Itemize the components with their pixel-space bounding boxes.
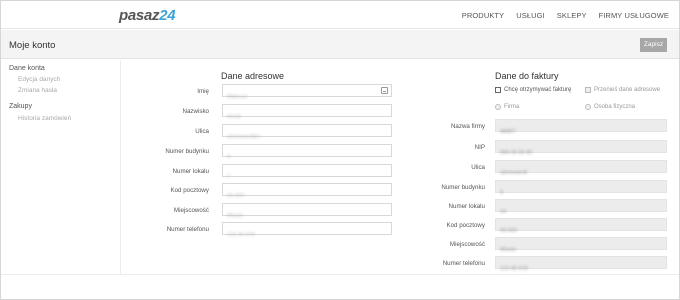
building-number-label: Numer budynku — [165, 148, 209, 155]
main-nav: PRODUKTY USŁUGI SKLEPY FIRMY USŁUGOWE — [462, 11, 669, 20]
postal-code-field[interactable]: 00-000 — [222, 183, 392, 199]
sidebar-item-order-history[interactable]: Historia zamówień — [18, 115, 71, 122]
keyboard-icon[interactable] — [381, 87, 388, 94]
first-name-field[interactable]: Mateusz — [222, 84, 392, 100]
invoice-apartment-number-field[interactable]: 14 — [495, 199, 667, 215]
invoice-building-number-field[interactable]: 9 — [495, 180, 667, 196]
nav-link-services[interactable]: USŁUGI — [516, 11, 545, 20]
nip-field[interactable]: 999 00 00 00 — [495, 140, 667, 156]
invoice-street-label: Ulica — [471, 164, 485, 171]
checkbox-box[interactable] — [585, 87, 591, 93]
invoice-building-number-label: Numer budynku — [441, 184, 485, 191]
company-name-field[interactable]: ABBIT — [495, 119, 667, 135]
sidebar-item-edit-data[interactable]: Edycja danych — [18, 76, 60, 83]
invoice-city-field[interactable]: Miasto — [495, 237, 667, 253]
top-navbar: pasaz24 PRODUKTY USŁUGI SKLEPY FIRMY USŁ… — [1, 1, 679, 29]
city-field[interactable]: Miasto — [222, 203, 392, 219]
want-invoice-checkbox[interactable]: Chcę otrzymywać fakturę — [495, 87, 571, 93]
radio-circle[interactable] — [495, 104, 501, 110]
invoice-street-field[interactable]: ulomrwerdt — [495, 160, 667, 176]
radio-circle[interactable] — [585, 104, 591, 110]
invoice-postal-code-field[interactable]: 00-000 — [495, 218, 667, 234]
street-field[interactable]: ulomrwerdt(cl — [222, 124, 392, 140]
brand-logo[interactable]: pasaz24 — [119, 7, 176, 24]
nav-link-shops[interactable]: SKLEPY — [557, 11, 587, 20]
checkbox-box[interactable] — [495, 87, 501, 93]
apartment-number-label: Numer lokalu — [172, 168, 209, 175]
invoice-phone-label: Numer telefonu — [442, 260, 485, 267]
page-header: Moje konto Zapisz — [1, 30, 679, 59]
last-name-label: Nazwisko — [182, 108, 209, 115]
phone-field[interactable]: 123 45 678 — [222, 222, 392, 238]
sidebar-item-change-password[interactable]: Zmiana hasła — [18, 87, 57, 94]
nip-label: NIP — [474, 144, 485, 151]
nav-link-service-companies[interactable]: FIRMY USŁUGOWE — [599, 11, 669, 20]
postal-code-label: Kod pocztowy — [170, 187, 209, 194]
invoice-type-person-radio[interactable]: Osoba fizyczna — [585, 104, 635, 110]
copy-address-checkbox[interactable]: Przenieś dane adresowe — [585, 87, 660, 93]
first-name-label: Imię — [197, 88, 209, 95]
city-label: Miejscowość — [173, 207, 209, 214]
main-content: Dane adresowe Imię Mateusz Nazwisko Wodž… — [122, 60, 679, 274]
invoice-city-label: Miejscowość — [449, 241, 485, 248]
invoice-apartment-number-label: Numer lokalu — [448, 203, 485, 210]
phone-label: Numer telefonu — [166, 226, 209, 233]
company-name-label: Nazwa firmy — [450, 123, 485, 130]
invoice-phone-field[interactable]: 123 45 678 — [495, 256, 667, 272]
sidebar-section-purchases[interactable]: Zakupy — [9, 103, 32, 110]
address-section-title: Dane adresowe — [221, 71, 285, 81]
page-title: Moje konto — [9, 40, 56, 51]
sidebar-section-account-data[interactable]: Dane konta — [9, 65, 45, 72]
nav-link-products[interactable]: PRODUKTY — [462, 11, 504, 20]
apartment-number-field[interactable]: 7 — [222, 164, 392, 180]
save-button[interactable]: Zapisz — [640, 38, 667, 52]
last-name-field[interactable]: Wodž — [222, 104, 392, 120]
street-label: Ulica — [195, 128, 209, 135]
invoice-section-title: Dane do faktury — [495, 71, 559, 81]
account-sidebar: Dane konta Edycja danych Zmiana hasła Za… — [1, 60, 121, 274]
invoice-type-company-radio[interactable]: Firma — [495, 104, 519, 110]
footer-divider — [1, 274, 679, 275]
invoice-postal-code-label: Kod pocztowy — [446, 222, 485, 229]
building-number-field[interactable]: 9 — [222, 144, 392, 160]
